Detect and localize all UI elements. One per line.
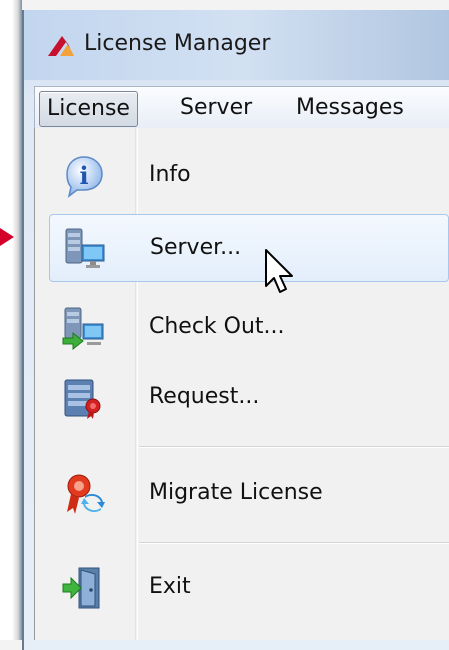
menu-item-label: Migrate License — [149, 480, 323, 505]
menu-item-label: Exit — [149, 574, 191, 599]
title-bar[interactable]: License Manager — [24, 10, 449, 80]
menu-bar: License Server Messages — [34, 86, 449, 132]
menu-item-label: Request... — [149, 384, 260, 409]
menu-messages[interactable]: Messages — [289, 91, 411, 125]
window-title: License Manager — [84, 31, 271, 56]
background-window-edge — [0, 0, 22, 640]
menu-separator — [139, 542, 449, 544]
request-icon — [64, 379, 101, 419]
menu-item-migrate-license[interactable]: Migrate License — [39, 460, 449, 526]
menu-item-info[interactable]: i Info — [39, 142, 449, 208]
mouse-cursor-icon — [265, 249, 293, 293]
svg-text:i: i — [79, 161, 88, 190]
menu-item-check-out[interactable]: Check Out... — [39, 294, 449, 360]
app-logo-icon — [48, 36, 74, 56]
menu-item-server[interactable]: Server... — [49, 214, 449, 282]
menu-server[interactable]: Server — [173, 91, 259, 125]
menu-separator — [139, 446, 449, 448]
menu-item-label: Info — [149, 162, 191, 187]
menu-license[interactable]: License — [39, 91, 138, 127]
menu-item-exit[interactable]: Exit — [39, 554, 449, 620]
server-icon — [65, 228, 105, 268]
check-out-icon — [62, 307, 104, 350]
pointer-arrow-annotation — [0, 228, 14, 246]
exit-icon — [62, 567, 100, 609]
license-dropdown-menu: i Info Server... Check Out... Request...… — [34, 128, 449, 640]
menu-item-request[interactable]: Request... — [39, 364, 449, 430]
menu-item-label: Server... — [150, 235, 242, 260]
migrate-license-icon — [67, 474, 105, 514]
menu-item-label: Check Out... — [149, 314, 285, 339]
info-icon: i — [66, 156, 103, 198]
